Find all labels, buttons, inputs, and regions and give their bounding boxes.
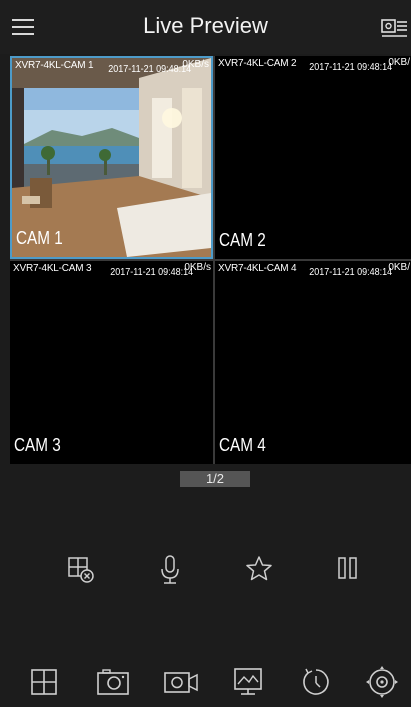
playback-button[interactable] bbox=[296, 662, 336, 702]
camera-bitrate: 0KB/ bbox=[388, 57, 410, 68]
device-list-icon bbox=[381, 19, 407, 37]
favorite-star-icon bbox=[246, 556, 272, 581]
camera-name: XVR7-4KL-CAM 4 bbox=[218, 263, 297, 274]
camera-tile-1[interactable]: XVR7-4KL-CAM 1 2017-11-21 09:48:14 0KB/s… bbox=[10, 56, 213, 259]
ptz-control-icon bbox=[366, 666, 398, 698]
camera-bitrate: 0KB/ bbox=[388, 262, 410, 273]
pause-button[interactable] bbox=[328, 549, 368, 589]
camera-tile-3[interactable]: XVR7-4KL-CAM 3 2017-11-21 09:48:14 0KB/s… bbox=[10, 261, 213, 464]
camera-label: CAM 4 bbox=[219, 435, 266, 455]
hamburger-menu-icon bbox=[12, 19, 34, 35]
image-quality-button[interactable] bbox=[228, 662, 268, 702]
camera-name: XVR7-4KL-CAM 1 bbox=[15, 60, 94, 71]
playback-icon bbox=[303, 668, 329, 695]
talk-button[interactable] bbox=[150, 549, 190, 589]
image-quality-icon bbox=[234, 668, 262, 695]
pause-icon bbox=[338, 557, 357, 579]
camera-timestamp: 2017-11-21 09:48:14 bbox=[108, 64, 191, 75]
camera-name: XVR7-4KL-CAM 3 bbox=[13, 263, 92, 274]
camera-bitrate: 0KB/s bbox=[184, 262, 211, 273]
snapshot-button[interactable] bbox=[93, 662, 133, 702]
camera-timestamp: 2017-11-21 09:48:14 bbox=[110, 267, 193, 278]
camera-label: CAM 2 bbox=[219, 230, 266, 250]
camera-name: XVR7-4KL-CAM 2 bbox=[218, 58, 297, 69]
record-video-icon bbox=[164, 672, 198, 693]
snapshot-camera-icon bbox=[97, 669, 129, 695]
camera-timestamp: 2017-11-21 09:48:14 bbox=[309, 62, 392, 73]
microphone-icon bbox=[161, 555, 179, 584]
favorite-button[interactable] bbox=[239, 549, 279, 589]
device-list-button[interactable] bbox=[380, 14, 408, 40]
record-button[interactable] bbox=[161, 662, 201, 702]
top-bar: Live Preview bbox=[0, 0, 411, 54]
camera-label: CAM 3 bbox=[14, 435, 61, 455]
split-screen-button[interactable] bbox=[24, 662, 64, 702]
page-title: Live Preview bbox=[143, 13, 268, 38]
close-window-icon bbox=[68, 557, 94, 583]
menu-button[interactable] bbox=[10, 14, 36, 40]
camera-grid: XVR7-4KL-CAM 1 2017-11-21 09:48:14 0KB/s… bbox=[10, 56, 411, 464]
camera-bitrate: 0KB/s bbox=[182, 59, 209, 70]
camera-label: CAM 1 bbox=[16, 228, 63, 248]
camera-tile-4[interactable]: XVR7-4KL-CAM 4 2017-11-21 09:48:14 0KB/ … bbox=[215, 261, 411, 464]
split-screen-icon bbox=[31, 669, 57, 695]
camera-tile-2[interactable]: XVR7-4KL-CAM 2 2017-11-21 09:48:14 0KB/ … bbox=[215, 56, 411, 259]
ptz-control-button[interactable] bbox=[362, 662, 402, 702]
camera-timestamp: 2017-11-21 09:48:14 bbox=[309, 267, 392, 278]
close-window-button[interactable] bbox=[60, 549, 100, 589]
page-indicator: 1/2 bbox=[180, 471, 250, 487]
